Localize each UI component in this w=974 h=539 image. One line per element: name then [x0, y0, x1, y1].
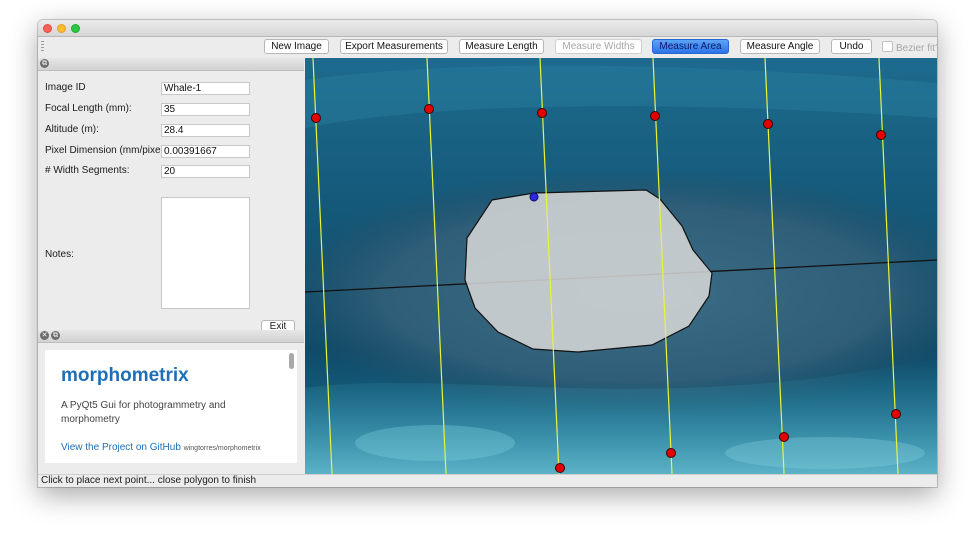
measure-length-button[interactable]: Measure Length	[459, 39, 544, 54]
bezier-fit-label: Bezier fit?	[896, 43, 937, 54]
width-point[interactable]	[779, 432, 789, 442]
about-description: A PyQt5 Gui for photogrammetry and morph…	[61, 400, 226, 425]
new-image-button[interactable]: New Image	[264, 39, 329, 54]
window-zoom-button[interactable]	[71, 24, 80, 33]
github-repo-name: wingtorres/morphometrix	[183, 445, 261, 452]
bezier-fit-checkbox[interactable]: Bezier fit?	[882, 41, 937, 54]
image-canvas[interactable]	[305, 58, 937, 474]
width-point[interactable]	[537, 108, 547, 118]
close-icon[interactable]: ✕	[40, 331, 49, 340]
export-measurements-button[interactable]: Export Measurements	[340, 39, 448, 54]
width-point[interactable]	[876, 130, 886, 140]
image-id-label: Image ID	[45, 82, 86, 93]
measure-angle-button[interactable]: Measure Angle	[740, 39, 820, 54]
light-caustic	[355, 425, 515, 461]
polygon-cursor-point[interactable]	[529, 192, 539, 202]
width-point[interactable]	[763, 119, 773, 129]
app-window: New Image Export Measurements Measure Le…	[38, 20, 937, 487]
pixel-dimension-field[interactable]: 0.00391667	[161, 145, 250, 158]
pixel-dimension-label: Pixel Dimension (mm/pixel)	[45, 145, 167, 156]
width-point[interactable]	[555, 463, 565, 473]
image-id-field[interactable]: Whale-1	[161, 82, 250, 95]
focal-length-label: Focal Length (mm):	[45, 103, 132, 114]
about-dock-header: ✕ ⧉	[38, 330, 304, 343]
width-point[interactable]	[891, 409, 901, 419]
github-link[interactable]: View the Project on GitHub wingtorres/mo…	[61, 442, 261, 453]
title-bar	[38, 20, 937, 37]
altitude-field[interactable]: 28.4	[161, 124, 250, 137]
toolbar: New Image Export Measurements Measure Le…	[38, 37, 937, 57]
width-segments-field[interactable]: 20	[161, 165, 250, 178]
width-point[interactable]	[424, 104, 434, 114]
checkbox-box[interactable]	[882, 41, 893, 52]
undo-button[interactable]: Undo	[831, 39, 872, 54]
about-title: morphometrix	[61, 365, 189, 386]
measure-widths-button[interactable]: Measure Widths	[555, 39, 642, 54]
github-link-text[interactable]: View the Project on GitHub	[61, 442, 181, 453]
light-caustic	[725, 437, 925, 469]
float-icon[interactable]: ⧉	[40, 59, 49, 68]
width-point[interactable]	[666, 448, 676, 458]
whale-image-view[interactable]	[305, 58, 937, 474]
image-info-dock-header: ⧉	[38, 58, 304, 71]
focal-length-field[interactable]: 35	[161, 103, 250, 116]
width-segments-label: # Width Segments:	[45, 165, 130, 176]
scrollbar[interactable]	[289, 353, 294, 369]
left-dock-panel: ⧉ Image ID Whale-1 Focal Length (mm): 35…	[38, 58, 304, 474]
width-point[interactable]	[650, 111, 660, 121]
image-info-form: Image ID Whale-1 Focal Length (mm): 35 A…	[38, 71, 304, 333]
window-minimize-button[interactable]	[57, 24, 66, 33]
status-bar: Click to place next point... close polyg…	[38, 474, 937, 487]
window-close-button[interactable]	[43, 24, 52, 33]
width-point[interactable]	[311, 113, 321, 123]
measure-area-button[interactable]: Measure Area	[652, 39, 729, 54]
notes-textarea[interactable]	[161, 197, 250, 309]
notes-label: Notes:	[45, 249, 74, 260]
about-web-view: morphometrix A PyQt5 Gui for photogramme…	[45, 350, 297, 463]
altitude-label: Altitude (m):	[45, 124, 99, 135]
float-icon[interactable]: ⧉	[51, 331, 60, 340]
toolbar-grip-handle[interactable]	[41, 41, 44, 53]
